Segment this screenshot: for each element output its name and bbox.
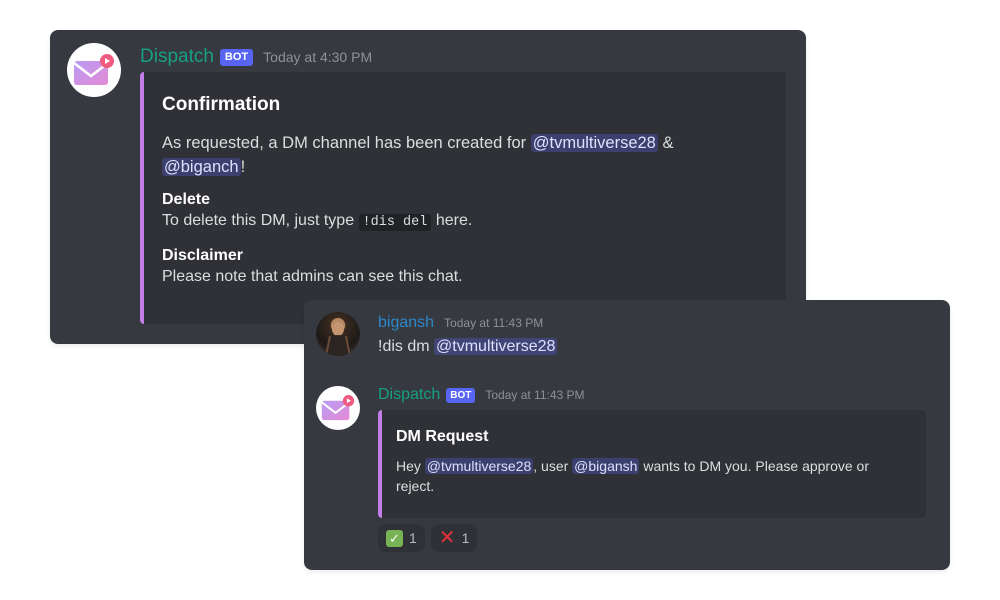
field-text: To delete this DM, just type — [162, 212, 355, 229]
embed: Confirmation As requested, a DM channel … — [140, 72, 786, 324]
embed-description: As requested, a DM channel has been crea… — [162, 131, 768, 179]
envelope-icon — [73, 54, 114, 85]
field-value-delete: To delete this DM, just type !dis del he… — [162, 209, 768, 235]
user-mention[interactable]: @tvmultiverse28 — [424, 458, 534, 474]
message-header: Dispatch BOT Today at 11:43 PM — [378, 386, 585, 404]
user-avatar[interactable] — [316, 312, 360, 356]
message-content: !dis dm @tvmultiverse28 — [378, 338, 558, 356]
reaction-count: 1 — [409, 530, 417, 546]
bot-avatar[interactable] — [67, 43, 121, 97]
field-value-disclaimer: Please note that admins can see this cha… — [162, 268, 463, 285]
user-mention[interactable]: @biganch — [162, 158, 241, 176]
embed: DM Request Hey @tvmultiverse28, user @bi… — [378, 410, 926, 518]
timestamp[interactable]: Today at 4:30 PM — [263, 49, 372, 65]
field-name-delete: Delete — [162, 191, 211, 208]
inline-code: !dis del — [358, 214, 432, 231]
user-mention[interactable]: @bigansh — [572, 458, 640, 474]
embed-description: Hey @tvmultiverse28, user @bigansh wants… — [396, 456, 910, 496]
embed-title: Confirmation — [162, 94, 281, 115]
message-header: Dispatch BOT Today at 4:30 PM — [140, 46, 372, 68]
x-mark-icon: ✕ — [438, 527, 456, 549]
message-card-dm-request: bigansh Today at 11:43 PM !dis dm @tvmul… — [304, 300, 950, 570]
field-name-disclaimer: Disclaimer — [162, 247, 243, 264]
desc-text: , user — [533, 458, 569, 474]
timestamp[interactable]: Today at 11:43 PM — [485, 388, 584, 402]
bot-tag: BOT — [219, 48, 254, 66]
author-name[interactable]: bigansh — [378, 314, 434, 332]
desc-text: ! — [240, 158, 246, 176]
message-header: bigansh Today at 11:43 PM — [378, 314, 543, 332]
embed-title: DM Request — [396, 428, 489, 445]
reaction-count: 1 — [461, 530, 470, 546]
timestamp[interactable]: Today at 11:43 PM — [444, 316, 543, 330]
person-photo-icon — [325, 322, 351, 356]
user-mention[interactable]: @tvmultiverse28 — [434, 338, 558, 355]
field-text: here. — [435, 212, 473, 229]
reaction-reject[interactable]: ✕ 1 — [430, 524, 478, 552]
user-mention[interactable]: @tvmultiverse28 — [530, 134, 658, 152]
message-text: !dis dm — [378, 338, 430, 355]
white-check-mark-icon: ✓ — [386, 529, 403, 547]
desc-text: As requested, a DM channel has been crea… — [162, 134, 527, 152]
reactions: ✓ 1 ✕ 1 — [378, 524, 478, 552]
message-card-confirmation: Dispatch BOT Today at 4:30 PM Confirmati… — [50, 30, 806, 344]
bot-tag: BOT — [446, 387, 476, 403]
desc-text: & — [662, 134, 674, 152]
author-name[interactable]: Dispatch — [378, 386, 440, 404]
envelope-icon — [321, 395, 355, 421]
author-name[interactable]: Dispatch — [140, 46, 214, 68]
desc-text: Hey — [396, 458, 421, 474]
bot-avatar[interactable] — [316, 386, 360, 430]
reaction-approve[interactable]: ✓ 1 — [378, 524, 425, 552]
